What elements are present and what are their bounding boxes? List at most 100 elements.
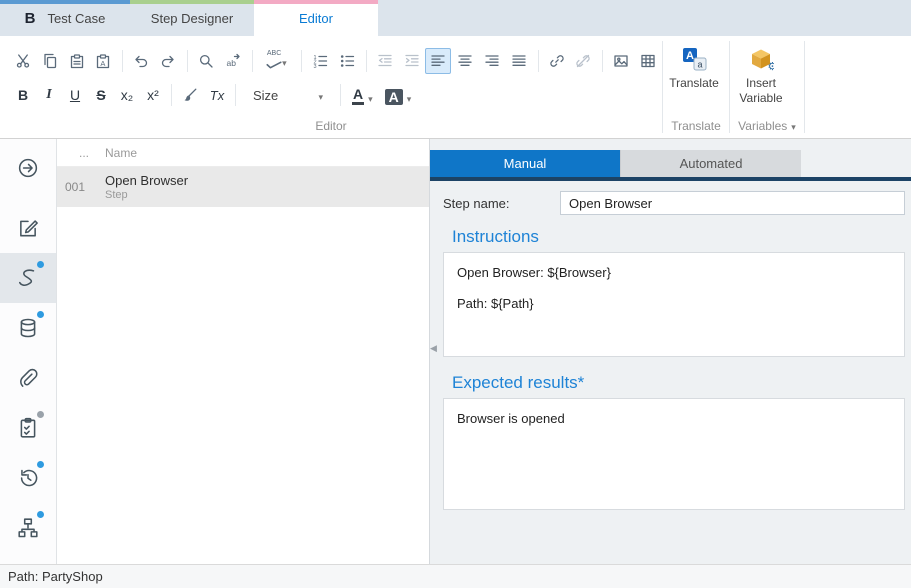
align-left-button[interactable] [425,48,451,74]
search-button[interactable] [193,48,219,74]
paperclip-icon [17,367,39,389]
separator [235,84,236,106]
app-window: { "app": { "logo": "B", "statusbar": "Pa… [0,0,911,588]
superscript-button[interactable]: x² [140,82,166,108]
separator [366,50,367,72]
align-center-button[interactable] [452,48,478,74]
step-name-label: Step name: [443,196,560,211]
ribbon-row-2: B I U S x₂ x² Tx Size A [0,78,662,112]
paste-icon [69,53,85,69]
sidebar-item-navigate[interactable] [0,143,56,193]
paste-button[interactable] [64,48,90,74]
bold-button[interactable]: B [10,82,36,108]
translate-button[interactable]: Aa Translate [663,36,725,114]
expected-results-heading: Expected results* [452,373,911,393]
tab-label: Step Designer [151,11,233,26]
sidebar-item-hierarchy[interactable] [0,503,56,553]
cut-button[interactable] [10,48,36,74]
steps-flow-icon [17,267,39,289]
separator [187,50,188,72]
separator [301,50,302,72]
ribbon-group-translate: Aa Translate Translate [663,36,729,138]
underline-button[interactable]: U [62,82,88,108]
collapse-splitter-icon[interactable] [430,344,437,353]
copy-button[interactable] [37,48,63,74]
decrease-indent-button[interactable] [372,48,398,74]
search-icon [198,53,214,69]
paste-text-button[interactable]: A [90,48,116,74]
cut-icon [15,53,31,69]
highlight-color-button[interactable]: A [379,82,418,108]
sidebar-item-attachments[interactable] [0,353,56,403]
step-row-type: Step [105,189,188,201]
subscript-button[interactable]: x₂ [114,82,140,108]
dropdown-caret-icon [282,54,287,69]
spellcheck-button[interactable]: ABC [258,48,296,74]
unlink-button[interactable] [571,48,597,74]
sidebar-item-steps[interactable] [0,253,56,303]
expected-results-line: Browser is opened [457,411,891,426]
step-row[interactable]: 001 Open Browser Step [57,167,429,207]
clipboard-check-icon [17,417,39,439]
notification-dot [37,461,44,468]
document-tab-bar: B Test Case Step Designer Editor [0,0,911,36]
bullet-list-icon [339,53,355,69]
go-forward-icon [17,157,39,179]
find-replace-button[interactable]: ab [220,48,246,74]
increase-indent-icon [404,53,420,69]
italic-button[interactable]: I [36,82,62,108]
detail-tabs-underline [430,177,911,181]
detail-tabs: Manual Automated [430,150,911,177]
justify-button[interactable] [506,48,532,74]
sidebar-item-edit[interactable] [0,203,56,253]
bullet-list-button[interactable] [334,48,360,74]
svg-text:3: 3 [314,64,317,69]
ribbon-group-label-variables: Variables [730,114,804,138]
font-color-button[interactable]: A [346,82,379,108]
dropdown-caret-icon [791,119,796,133]
expected-results-textbox[interactable]: Browser is opened [443,398,905,510]
instructions-textbox[interactable]: Open Browser: ${Browser} Path: ${Path} [443,252,905,357]
align-left-icon [430,53,446,69]
numbered-list-icon: 123 [312,53,328,69]
copy-icon [42,53,58,69]
ribbon-group-label-translate: Translate [663,114,729,138]
insert-table-button[interactable] [635,48,661,74]
strikethrough-button[interactable]: S [88,82,114,108]
tab-test-case[interactable]: B Test Case [0,0,130,36]
history-icon [17,467,39,489]
format-brush-icon [182,87,198,103]
instructions-line: Open Browser: ${Browser} [457,265,891,280]
app-logo: B [25,10,36,27]
font-size-label: Size [253,88,278,103]
insert-image-button[interactable] [608,48,634,74]
tab-editor[interactable]: Editor [254,0,378,36]
insert-variable-button[interactable]: ⚙ Insert Variable [730,36,792,114]
link-button[interactable] [544,48,570,74]
undo-button[interactable] [128,48,154,74]
find-replace-icon: ab [225,53,241,69]
svg-text:⚙: ⚙ [768,61,775,72]
sidebar-item-checklist[interactable] [0,403,56,453]
sidebar-item-data[interactable] [0,303,56,353]
step-row-number: 001 [57,180,105,194]
tab-manual[interactable]: Manual [430,150,620,177]
notification-dot [37,511,44,518]
font-size-dropdown[interactable]: Size [247,83,329,107]
step-name-input[interactable] [560,191,905,215]
clear-formatting-button[interactable]: Tx [204,82,230,108]
tab-step-designer[interactable]: Step Designer [130,0,254,36]
paste-text-icon: A [95,53,111,69]
tab-automated[interactable]: Automated [620,150,801,177]
redo-button[interactable] [155,48,181,74]
format-brush-button[interactable] [177,82,203,108]
hierarchy-icon [17,517,39,539]
decrease-indent-icon [377,53,393,69]
status-bar: Path: PartyShop [0,564,911,588]
increase-indent-button[interactable] [399,48,425,74]
ribbon-row-1: A ab ABC 123 [0,44,662,78]
sidebar-item-history[interactable] [0,453,56,503]
instructions-line: Path: ${Path} [457,296,891,311]
align-right-button[interactable] [479,48,505,74]
numbered-list-button[interactable]: 123 [307,48,333,74]
